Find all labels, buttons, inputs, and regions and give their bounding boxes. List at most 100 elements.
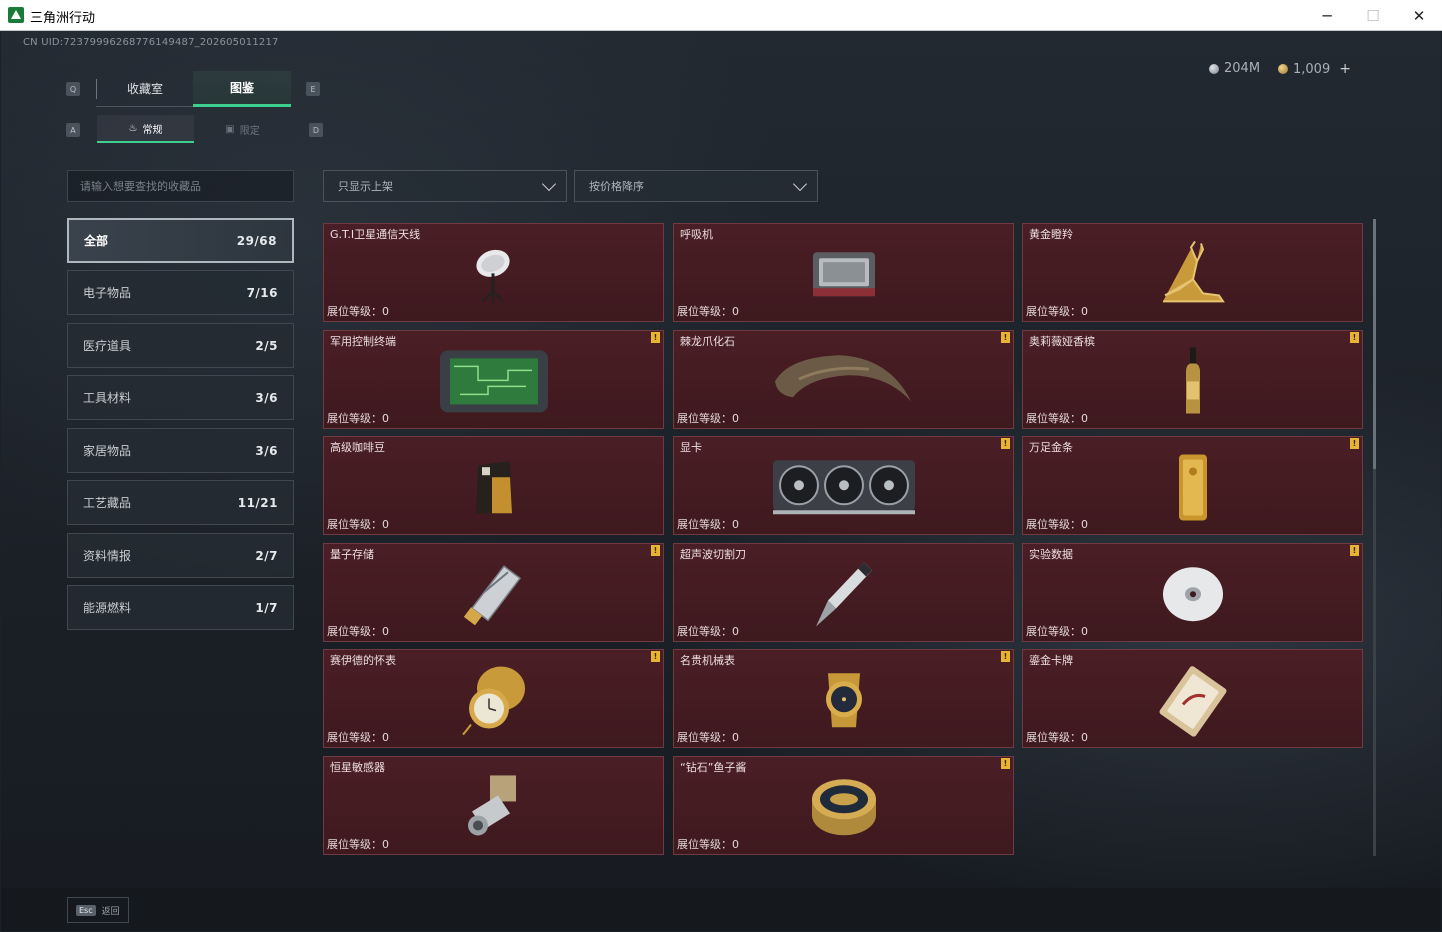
notice-badge: !: [1001, 758, 1010, 769]
item-card[interactable]: 显卡 ! 展位等级：0: [673, 436, 1014, 535]
game-viewport: CN UID:7237999626877614948​7_20260501121…: [1, 31, 1441, 931]
item-card[interactable]: “钻石”鱼子酱 ! 展位等级：0: [673, 756, 1014, 855]
category-crafts[interactable]: 工艺藏品 11/21: [67, 480, 294, 525]
item-card[interactable]: 呼吸机 展位等级：0: [673, 223, 1014, 322]
item-level: 展位等级：0: [1026, 518, 1088, 531]
item-card[interactable]: 万足金条 ! 展位等级：0: [1022, 436, 1363, 535]
category-count: 3/6: [255, 390, 278, 405]
key-hint-d: D: [309, 123, 323, 137]
item-name: “钻石”鱼子酱: [680, 761, 747, 774]
notice-badge: !: [1350, 332, 1359, 343]
add-currency-button[interactable]: +: [1339, 61, 1351, 77]
item-name: 量子存储: [330, 548, 374, 561]
pocket-watch-icon: [461, 666, 525, 735]
military-terminal-icon: [439, 349, 548, 412]
item-name: 名贵机械表: [680, 654, 735, 667]
category-energy[interactable]: 能源燃料 1/7: [67, 585, 294, 630]
item-card[interactable]: 军用控制终端 ! 展位等级：0: [323, 330, 664, 429]
gold-coin-icon: [1278, 64, 1288, 74]
close-button[interactable]: ✕: [1396, 0, 1442, 31]
item-level: 展位等级：0: [677, 625, 739, 638]
item-card[interactable]: 赛伊德的怀表 ! 展位等级：0: [323, 649, 664, 748]
item-name: 万足金条: [1029, 441, 1073, 454]
window-title: 三角洲行动: [30, 11, 96, 26]
subtab-limited[interactable]: ▣ 限定: [194, 115, 291, 143]
tab-catalog[interactable]: 图鉴: [193, 71, 291, 107]
item-name: 实验数据: [1029, 548, 1073, 561]
item-level: 展位等级：0: [327, 838, 389, 851]
chevron-down-icon: [792, 176, 808, 192]
key-hint-a: A: [66, 123, 80, 137]
back-button[interactable]: Esc 返回: [67, 897, 129, 923]
item-card[interactable]: 奥莉薇娅香槟 ! 展位等级：0: [1022, 330, 1363, 429]
tab-collection-room[interactable]: 收藏室: [96, 71, 194, 107]
item-name: 高级咖啡豆: [330, 441, 385, 454]
key-hint-e: E: [306, 82, 320, 96]
silver-amount: 204M: [1224, 61, 1261, 76]
minimize-button[interactable]: ─: [1304, 0, 1350, 31]
item-level: 展位等级：0: [1026, 305, 1088, 318]
golden-gazelle-icon: [1162, 240, 1225, 302]
notice-badge: !: [1001, 332, 1010, 343]
subtab-regular[interactable]: ♨ 常规: [97, 115, 194, 143]
gold-bar-icon: [1178, 453, 1207, 520]
category-label: 全部: [84, 234, 109, 248]
item-level: 展位等级：0: [1026, 412, 1088, 425]
item-card[interactable]: 黄金瞪羚 展位等级：0: [1022, 223, 1363, 322]
item-card[interactable]: 棘龙爪化石 ! 展位等级：0: [673, 330, 1014, 429]
category-count: 3/6: [255, 443, 278, 458]
silver-coin-icon: [1209, 63, 1219, 74]
item-name: 恒星敏感器: [330, 761, 385, 774]
notice-badge: !: [1350, 545, 1359, 556]
notice-badge: !: [1001, 438, 1010, 449]
item-level: 展位等级：0: [1026, 731, 1088, 744]
category-count: 1/7: [255, 600, 278, 615]
app-logo-icon: [8, 7, 24, 23]
search-input[interactable]: 请输入想要查找的收藏品: [67, 170, 294, 202]
item-level: 展位等级：0: [677, 412, 739, 425]
item-card[interactable]: 恒星敏感器 展位等级：0: [323, 756, 664, 855]
item-level: 展位等级：0: [677, 305, 739, 318]
category-count: 2/5: [255, 338, 278, 353]
item-level: 展位等级：0: [327, 412, 389, 425]
subtab-regular-label: 常规: [142, 124, 163, 136]
category-label: 资料情报: [83, 549, 132, 563]
satellite-antenna-icon: [475, 249, 510, 303]
category-tools[interactable]: 工具材料 3/6: [67, 375, 294, 420]
item-card[interactable]: 名贵机械表 ! 展位等级：0: [673, 649, 1014, 748]
item-card[interactable]: 实验数据 ! 展位等级：0: [1022, 543, 1363, 642]
key-hint-q: Q: [66, 82, 80, 96]
sort-dropdown[interactable]: 按价格降序: [574, 170, 818, 202]
category-intel[interactable]: 资料情报 2/7: [67, 533, 294, 578]
data-disc-icon: [1162, 566, 1223, 621]
item-card[interactable]: 量子存储 ! 展位等级：0: [323, 543, 664, 642]
subtab-limited-label: 限定: [239, 125, 260, 137]
item-name: 鎏金卡牌: [1029, 654, 1073, 667]
gilded-card-icon: [1159, 665, 1226, 736]
item-level: 展位等级：0: [677, 838, 739, 851]
notice-badge: !: [651, 545, 660, 556]
window-titlebar: 三角洲行动 ─ ☐ ✕: [0, 0, 1442, 31]
category-all[interactable]: 全部 29/68: [67, 218, 294, 263]
chevron-down-icon: [541, 176, 557, 192]
item-level: 展位等级：0: [327, 731, 389, 744]
item-level: 展位等级：0: [1026, 625, 1088, 638]
item-card[interactable]: 鎏金卡牌 展位等级：0: [1022, 649, 1363, 748]
item-card[interactable]: G.T.I卫星通信天线 展位等级：0: [323, 223, 664, 322]
item-card[interactable]: 高级咖啡豆 展位等级：0: [323, 436, 664, 535]
item-level: 展位等级：0: [677, 518, 739, 531]
gold-currency[interactable]: 1,009 +: [1278, 61, 1351, 77]
category-household[interactable]: 家居物品 3/6: [67, 428, 294, 473]
scrollbar-thumb[interactable]: [1373, 219, 1376, 469]
shelf-filter-value: 只显示上架: [338, 180, 393, 193]
item-name: G.T.I卫星通信天线: [330, 228, 421, 241]
item-card[interactable]: 超声波切割刀 展位等级：0: [673, 543, 1014, 642]
luxury-watch-icon: [825, 672, 862, 727]
shelf-filter-dropdown[interactable]: 只显示上架: [323, 170, 567, 202]
item-level: 展位等级：0: [327, 305, 389, 318]
maximize-button[interactable]: ☐: [1350, 0, 1396, 31]
category-medical[interactable]: 医疗道具 2/5: [67, 323, 294, 368]
notice-badge: !: [1350, 438, 1359, 449]
notice-badge: !: [651, 651, 660, 662]
category-electronics[interactable]: 电子物品 7/16: [67, 270, 294, 315]
